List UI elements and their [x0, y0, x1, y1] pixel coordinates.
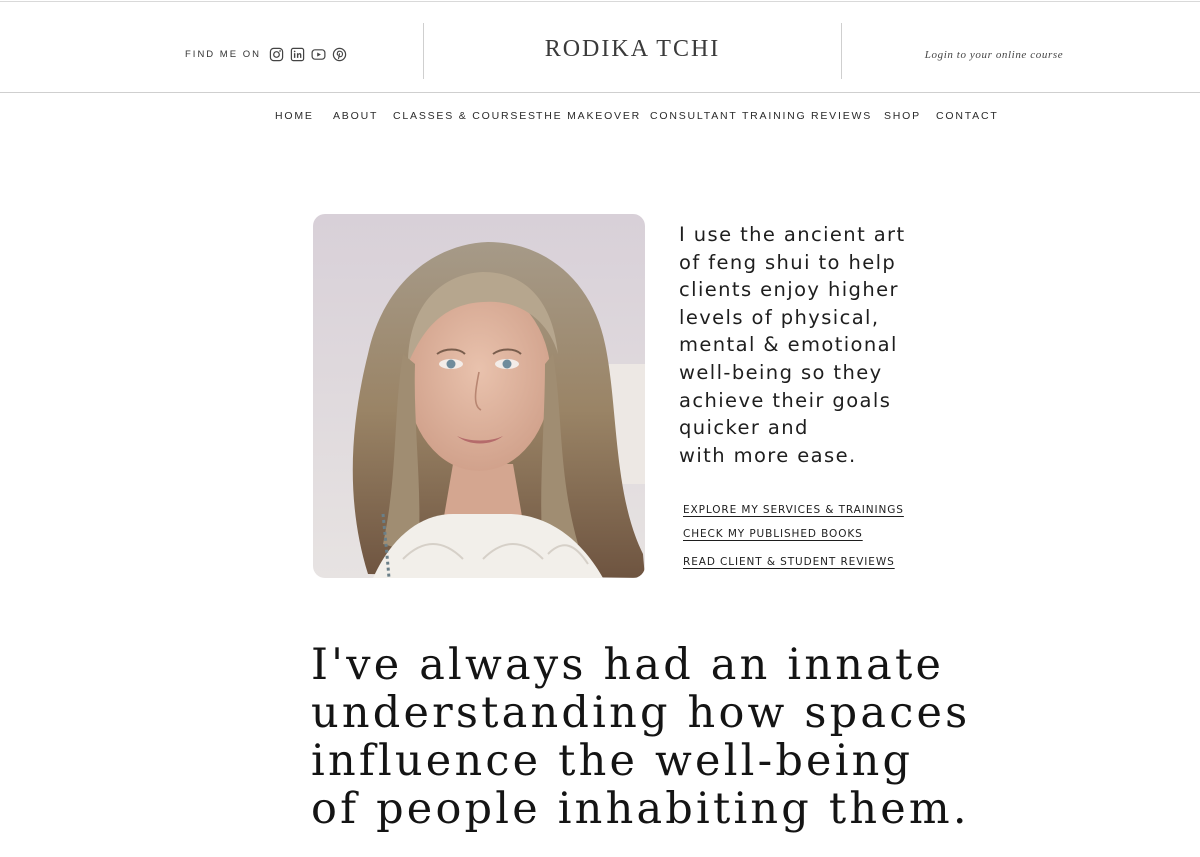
nav-item-about[interactable]: ABOUT	[333, 110, 378, 122]
header-bottom-border	[0, 92, 1200, 93]
intro-text: I use the ancient art of feng shui to he…	[679, 221, 949, 469]
nav-item-classes-courses[interactable]: CLASSES & COURSES	[393, 110, 537, 122]
reviews-link[interactable]: READ CLIENT & STUDENT REVIEWS	[683, 556, 895, 568]
intro-line: levels of physical,	[679, 305, 880, 329]
explore-services-link[interactable]: EXPLORE MY SERVICES & TRAININGS	[683, 504, 904, 516]
statement-line: influence the well-being	[311, 736, 914, 786]
nav-item-contact[interactable]: CONTACT	[936, 110, 999, 122]
page: FIND ME ON RODIKA TCHI Login to your onl…	[0, 0, 1200, 857]
nav-item-the-makeover[interactable]: THE MAKEOVER	[536, 110, 641, 122]
pinterest-icon[interactable]	[332, 47, 347, 62]
intro-line: well-being so they	[679, 360, 883, 384]
statement-line: of people inhabiting them.	[311, 784, 970, 834]
intro-line: I use the ancient art	[679, 223, 906, 246]
instagram-icon[interactable]	[269, 47, 284, 62]
published-books-link[interactable]: CHECK MY PUBLISHED BOOKS	[683, 528, 863, 540]
intro-line: clients enjoy higher	[679, 278, 899, 302]
intro-line: achieve their goals	[679, 388, 892, 412]
linkedin-icon[interactable]	[290, 47, 305, 62]
portrait-photo	[313, 214, 645, 578]
find-me-label: FIND ME ON	[185, 48, 261, 60]
nav-item-shop[interactable]: SHOP	[884, 110, 921, 122]
nav-item-home[interactable]: HOME	[275, 110, 314, 122]
intro-line: mental & emotional	[679, 333, 898, 357]
statement-line: understanding how spaces	[311, 688, 971, 738]
youtube-icon[interactable]	[311, 47, 326, 62]
statement-line: I've always had an innate	[311, 640, 945, 690]
nav-item-reviews[interactable]: REVIEWS	[811, 110, 872, 122]
intro-line: of feng shui to help	[679, 250, 897, 274]
intro-line: with more ease.	[679, 443, 857, 467]
intro-line: quicker and	[679, 416, 809, 440]
site-brand-logo[interactable]: RODIKA TCHI	[424, 36, 841, 63]
social-links: FIND ME ON	[185, 46, 347, 62]
login-online-course-link[interactable]: Login to your online course	[842, 49, 1146, 61]
statement-heading: I've always had an innate understanding …	[311, 641, 971, 833]
nav-item-consultant-training[interactable]: CONSULTANT TRAINING	[650, 110, 807, 122]
site-header: FIND ME ON RODIKA TCHI Login to your onl…	[0, 2, 1200, 92]
main-navigation: HOME ABOUT CLASSES & COURSES THE MAKEOVE…	[0, 108, 1200, 126]
